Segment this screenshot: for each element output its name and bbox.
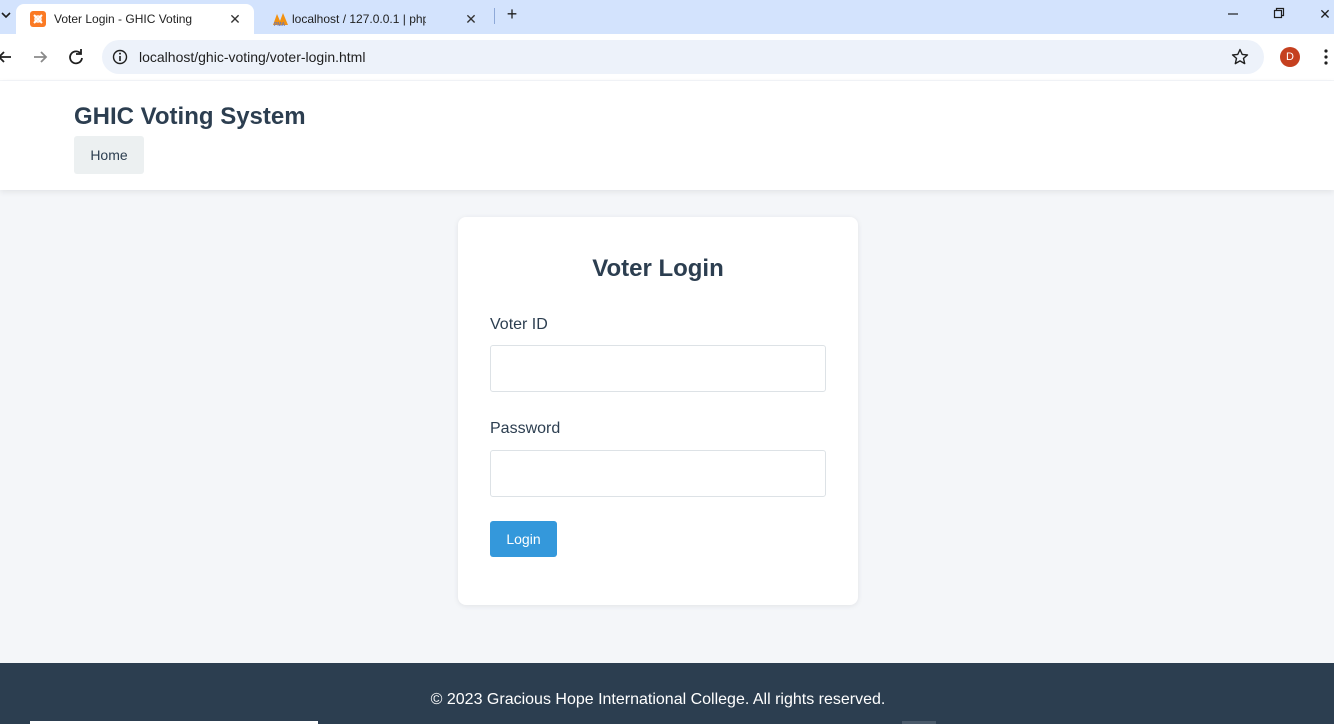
tab-separator [494, 8, 495, 24]
minimize-icon[interactable] [1219, 4, 1247, 24]
login-card: Voter Login Voter ID Password Login [458, 217, 858, 605]
forward-icon[interactable] [29, 46, 51, 68]
tab-search-icon[interactable] [0, 6, 12, 24]
back-icon[interactable] [0, 46, 16, 68]
tab-title: Voter Login - GHIC Voting [54, 12, 193, 26]
xampp-icon [30, 11, 46, 27]
phpmyadmin-icon: PMA [272, 11, 288, 28]
site-footer: © 2023 Gracious Hope International Colle… [0, 663, 1334, 724]
new-tab-icon[interactable]: + [502, 4, 522, 24]
site-header: GHIC Voting System Home [0, 81, 1334, 190]
kebab-menu-icon[interactable] [1318, 46, 1334, 68]
tab-voter-login[interactable]: Voter Login - GHIC Voting ✕ [16, 4, 254, 34]
login-title: Voter Login [592, 255, 724, 282]
profile-avatar[interactable]: D [1280, 47, 1300, 67]
login-button[interactable]: Login [490, 521, 557, 557]
close-icon[interactable]: ✕ [462, 10, 480, 28]
svg-text:PMA: PMA [274, 22, 286, 27]
site-title: GHIC Voting System [74, 103, 306, 130]
browser-toolbar: localhost/ghic-voting/voter-login.html D [0, 34, 1334, 80]
restore-icon[interactable] [1265, 4, 1293, 24]
password-label: Password [490, 420, 561, 437]
voter-id-label: Voter ID [490, 316, 548, 333]
address-bar[interactable]: localhost/ghic-voting/voter-login.html [102, 40, 1264, 74]
tab-phpmyadmin[interactable]: PMA localhost / 127.0.0.1 | phpMyAdmin ✕ [258, 4, 490, 34]
url-text: localhost/ghic-voting/voter-login.html [139, 49, 366, 65]
close-icon[interactable]: ✕ [226, 10, 244, 28]
tab-title: localhost / 127.0.0.1 | phpMyAdmin [292, 12, 426, 26]
browser-tabstrip: Voter Login - GHIC Voting ✕ PMA localhos… [0, 0, 1334, 34]
nav-home-link[interactable]: Home [74, 136, 144, 174]
site-info-icon[interactable] [112, 49, 128, 65]
footer-copyright: © 2023 Gracious Hope International Colle… [430, 691, 886, 708]
voter-id-input[interactable] [490, 345, 826, 392]
bookmark-star-icon[interactable] [1230, 47, 1250, 67]
password-input[interactable] [490, 450, 826, 497]
reload-icon[interactable] [65, 46, 87, 68]
window-close-icon[interactable]: ✕ [1311, 4, 1334, 24]
